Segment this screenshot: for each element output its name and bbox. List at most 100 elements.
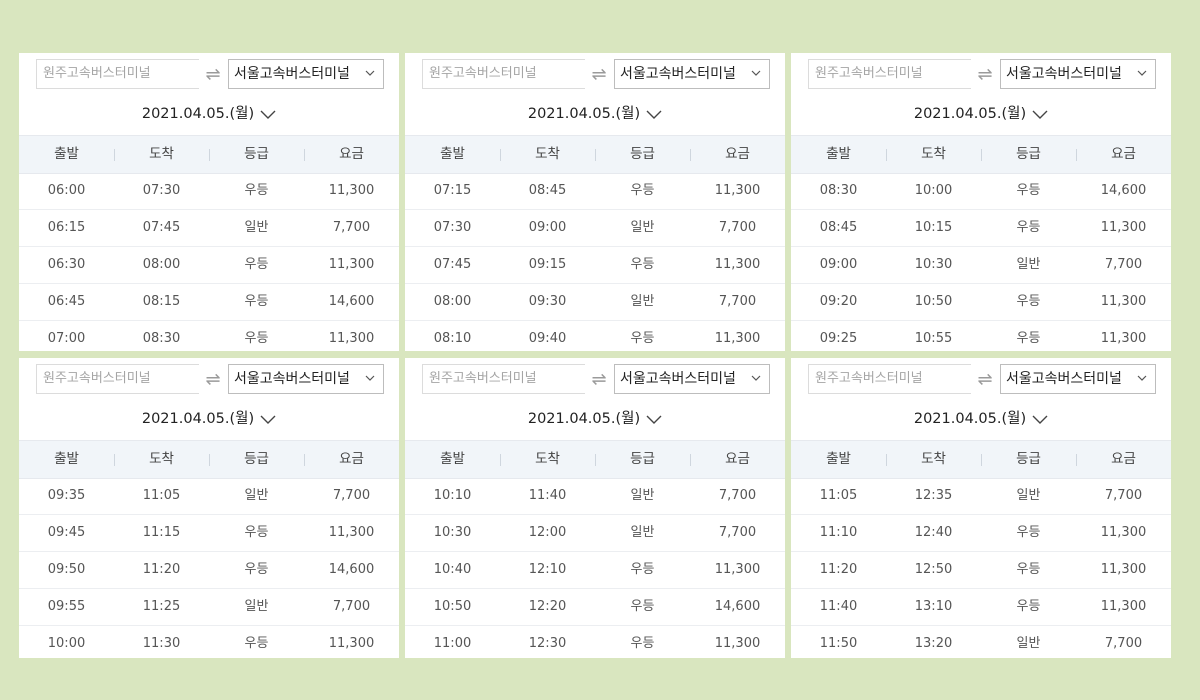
date-picker[interactable]: 2021.04.05.(월) [791, 407, 1171, 429]
swap-icon[interactable]: ⇌ [198, 59, 228, 89]
departure-time: 09:20 [819, 294, 858, 309]
table-header: 출발 도착 등급 요금 [405, 440, 785, 479]
bus-grade: 우등 [630, 636, 655, 651]
bus-grade: 일반 [1016, 257, 1041, 272]
fare: 11,300 [714, 562, 761, 577]
route-selector: 원주고속버스터미널 ⇌ 서울고속버스터미널 [36, 59, 386, 89]
table-row[interactable]: 10:40 12:10 우등 11,300 [405, 552, 785, 589]
fare: 7,700 [1104, 636, 1143, 651]
date-picker[interactable]: 2021.04.05.(월) [19, 102, 399, 124]
arrival-terminal-select[interactable]: 서울고속버스터미널 [1000, 59, 1156, 89]
departure-time: 10:10 [433, 488, 472, 503]
table-row[interactable]: 09:00 10:30 일반 7,700 [791, 247, 1171, 284]
header-arrival: 도착 [886, 136, 981, 173]
bus-grade: 우등 [630, 257, 655, 272]
fare: 7,700 [332, 488, 371, 503]
table-row[interactable]: 11:20 12:50 우등 11,300 [791, 552, 1171, 589]
table-row[interactable]: 11:05 12:35 일반 7,700 [791, 478, 1171, 515]
table-row[interactable]: 09:45 11:15 우등 11,300 [19, 515, 399, 552]
table-header: 출발 도착 등급 요금 [791, 440, 1171, 479]
fare: 11,300 [1100, 562, 1147, 577]
departure-terminal-input[interactable]: 원주고속버스터미널 [808, 364, 971, 394]
departure-terminal-input[interactable]: 원주고속버스터미널 [422, 364, 585, 394]
date-picker[interactable]: 2021.04.05.(월) [405, 102, 785, 124]
table-row[interactable]: 09:55 11:25 일반 7,700 [19, 589, 399, 626]
header-fare: 요금 [304, 136, 399, 173]
arrival-terminal-select[interactable]: 서울고속버스터미널 [614, 59, 770, 89]
arrival-terminal-select[interactable]: 서울고속버스터미널 [614, 364, 770, 394]
table-row[interactable]: 10:00 11:30 우등 11,300 [19, 626, 399, 658]
table-row[interactable]: 09:50 11:20 우등 14,600 [19, 552, 399, 589]
chevron-down-icon [1032, 415, 1048, 424]
bus-grade: 일반 [630, 294, 655, 309]
departure-terminal-input[interactable]: 원주고속버스터미널 [36, 59, 199, 89]
fare: 11,300 [328, 331, 375, 346]
arrival-time: 10:00 [914, 183, 953, 198]
table-row[interactable]: 11:50 13:20 일반 7,700 [791, 626, 1171, 658]
table-row[interactable]: 08:10 09:40 우등 11,300 [405, 321, 785, 351]
table-row[interactable]: 06:00 07:30 우등 11,300 [19, 173, 399, 210]
table-row[interactable]: 10:50 12:20 우등 14,600 [405, 589, 785, 626]
timetable-panel: 원주고속버스터미널 ⇌ 서울고속버스터미널 2021.04.05.(월) 출발 … [791, 53, 1171, 351]
swap-icon[interactable]: ⇌ [584, 59, 614, 89]
arrival-time: 12:10 [528, 562, 567, 577]
table-row[interactable]: 07:00 08:30 우등 11,300 [19, 321, 399, 351]
arrival-time: 09:00 [528, 220, 567, 235]
date-label: 2021.04.05.(월) [527, 411, 641, 427]
fare: 7,700 [332, 599, 371, 614]
table-row[interactable]: 10:10 11:40 일반 7,700 [405, 478, 785, 515]
arrival-terminal-select[interactable]: 서울고속버스터미널 [228, 59, 384, 89]
table-body: 08:30 10:00 우등 14,600 08:45 10:15 우등 11,… [791, 173, 1171, 351]
table-row[interactable]: 09:25 10:55 우등 11,300 [791, 321, 1171, 351]
departure-time: 08:00 [433, 294, 472, 309]
table-row[interactable]: 07:15 08:45 우등 11,300 [405, 173, 785, 210]
header-fare: 요금 [690, 441, 785, 478]
fare: 11,300 [714, 636, 761, 651]
arrival-terminal-select[interactable]: 서울고속버스터미널 [1000, 364, 1156, 394]
table-row[interactable]: 06:30 08:00 우등 11,300 [19, 247, 399, 284]
table-header: 출발 도착 등급 요금 [791, 135, 1171, 174]
table-row[interactable]: 06:15 07:45 일반 7,700 [19, 210, 399, 247]
chevron-down-icon [260, 415, 276, 424]
swap-icon[interactable]: ⇌ [198, 364, 228, 394]
departure-time: 06:00 [47, 183, 86, 198]
bus-grade: 우등 [1016, 220, 1041, 235]
table-row[interactable]: 07:30 09:00 일반 7,700 [405, 210, 785, 247]
date-picker[interactable]: 2021.04.05.(월) [405, 407, 785, 429]
bus-grade: 우등 [1016, 183, 1041, 198]
chevron-down-icon [1137, 70, 1147, 76]
departure-terminal-input[interactable]: 원주고속버스터미널 [808, 59, 971, 89]
table-row[interactable]: 09:20 10:50 우등 11,300 [791, 284, 1171, 321]
arrival-time: 12:40 [914, 525, 953, 540]
arrival-time: 10:55 [914, 331, 953, 346]
swap-icon[interactable]: ⇌ [584, 364, 614, 394]
header-departure: 출발 [440, 146, 465, 162]
departure-terminal-input[interactable]: 원주고속버스터미널 [36, 364, 199, 394]
table-row[interactable]: 07:45 09:15 우등 11,300 [405, 247, 785, 284]
arrival-time: 12:30 [528, 636, 567, 651]
departure-time: 07:15 [433, 183, 472, 198]
bus-grade: 일반 [630, 525, 655, 540]
table-row[interactable]: 11:40 13:10 우등 11,300 [791, 589, 1171, 626]
date-picker[interactable]: 2021.04.05.(월) [791, 102, 1171, 124]
departure-terminal-input[interactable]: 원주고속버스터미널 [422, 59, 585, 89]
header-fare: 요금 [1076, 441, 1171, 478]
table-body: 07:15 08:45 우등 11,300 07:30 09:00 일반 7,7… [405, 173, 785, 351]
table-row[interactable]: 08:00 09:30 일반 7,700 [405, 284, 785, 321]
arrival-terminal-select[interactable]: 서울고속버스터미널 [228, 364, 384, 394]
date-picker[interactable]: 2021.04.05.(월) [19, 407, 399, 429]
table-row[interactable]: 08:45 10:15 우등 11,300 [791, 210, 1171, 247]
table-row[interactable]: 09:35 11:05 일반 7,700 [19, 478, 399, 515]
departure-time: 11:10 [819, 525, 858, 540]
table-row[interactable]: 08:30 10:00 우등 14,600 [791, 173, 1171, 210]
fare: 7,700 [718, 294, 757, 309]
header-grade: 등급 [981, 441, 1076, 478]
arrival-time: 09:30 [528, 294, 567, 309]
table-row[interactable]: 10:30 12:00 일반 7,700 [405, 515, 785, 552]
chevron-down-icon [365, 375, 375, 381]
table-row[interactable]: 11:10 12:40 우등 11,300 [791, 515, 1171, 552]
table-row[interactable]: 06:45 08:15 우등 14,600 [19, 284, 399, 321]
swap-icon[interactable]: ⇌ [970, 59, 1000, 89]
swap-icon[interactable]: ⇌ [970, 364, 1000, 394]
table-row[interactable]: 11:00 12:30 우등 11,300 [405, 626, 785, 658]
